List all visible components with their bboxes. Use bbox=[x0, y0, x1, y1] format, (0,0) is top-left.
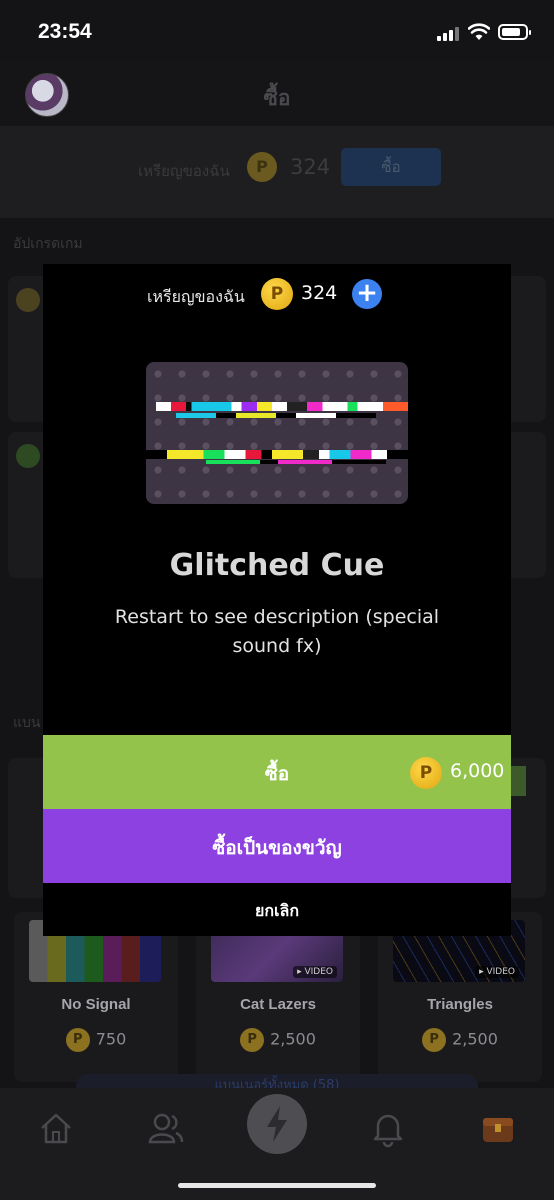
level-badge-icon bbox=[16, 288, 40, 312]
cellular-signal-icon bbox=[437, 27, 459, 41]
section-banners-title: แบน bbox=[13, 715, 41, 731]
shop-item-price: P 750 bbox=[14, 1028, 178, 1052]
shop-item-no-signal[interactable]: No Signal P 750 bbox=[14, 912, 178, 1082]
gift-button-label: ซื้อเป็นของขวัญ bbox=[212, 837, 342, 859]
cancel-button-label: ยกเลิก bbox=[254, 901, 300, 920]
shop-item-name: Triangles bbox=[427, 996, 493, 1013]
status-bar: 23:54 bbox=[0, 0, 554, 62]
lightning-icon[interactable] bbox=[247, 1094, 307, 1154]
page-title: ซื้อ bbox=[263, 86, 291, 110]
coins-label: เหรียญของฉัน bbox=[138, 162, 230, 180]
shop-item-name: Cat Lazers bbox=[240, 996, 316, 1013]
coin-icon: P bbox=[261, 278, 293, 310]
status-time: 23:54 bbox=[38, 20, 92, 43]
video-tag: ▸ VIDEO bbox=[293, 966, 337, 978]
friends-icon[interactable] bbox=[146, 1108, 186, 1148]
shop-item-price: P 2,500 bbox=[378, 1028, 542, 1052]
coins-amount: 324 bbox=[290, 155, 331, 179]
cancel-button[interactable]: ยกเลิก bbox=[43, 883, 511, 936]
battery-icon bbox=[498, 24, 531, 40]
section-upgrade-title: อัปเกรดเกม bbox=[13, 236, 83, 252]
shop-item-price: P 2,500 bbox=[196, 1028, 360, 1052]
dialog-coins-amount: 324 bbox=[301, 282, 338, 304]
treasure-chest-icon[interactable] bbox=[478, 1108, 518, 1148]
coin-icon: P bbox=[422, 1028, 447, 1052]
purchase-dialog: เหรียญของฉัน P 324 + Glitched Cue Restar… bbox=[43, 264, 511, 936]
dialog-coins-label: เหรียญของฉัน bbox=[147, 287, 245, 306]
coin-icon: P bbox=[240, 1028, 265, 1052]
coin-icon: P bbox=[65, 1028, 90, 1052]
coins-bar: เหรียญของฉัน P 324 ซื้อ bbox=[0, 126, 554, 218]
item-description: Restart to see description (special soun… bbox=[114, 606, 440, 657]
video-tag: ▸ VIDEO bbox=[475, 966, 519, 978]
coin-icon: P bbox=[410, 757, 442, 789]
ball-icon bbox=[16, 444, 40, 468]
home-indicator bbox=[178, 1183, 376, 1188]
coin-icon: P bbox=[247, 152, 277, 182]
add-coins-button[interactable]: + bbox=[352, 279, 382, 309]
buy-as-gift-button[interactable]: ซื้อเป็นของขวัญ bbox=[43, 809, 511, 883]
shop-item-triangles[interactable]: ▸ VIDEO Triangles P 2,500 bbox=[378, 912, 542, 1082]
shop-item-cat-lazers[interactable]: ▸ VIDEO Cat Lazers P 2,500 bbox=[196, 912, 360, 1082]
dialog-coins-bar: เหรียญของฉัน P 324 + bbox=[43, 278, 511, 312]
home-icon[interactable] bbox=[36, 1108, 76, 1148]
buy-button[interactable]: ซื้อ P 6,000 bbox=[43, 735, 511, 809]
tab-bar bbox=[0, 1088, 554, 1200]
buy-price: 6,000 bbox=[450, 760, 505, 782]
cue-preview-image bbox=[146, 362, 408, 504]
buy-coins-button[interactable]: ซื้อ bbox=[341, 148, 441, 186]
bell-icon[interactable] bbox=[368, 1108, 408, 1148]
top-bar: ซื้อ bbox=[0, 62, 554, 126]
wifi-icon bbox=[467, 23, 491, 41]
shop-item-name: No Signal bbox=[61, 996, 131, 1013]
item-title: Glitched Cue bbox=[169, 548, 385, 583]
